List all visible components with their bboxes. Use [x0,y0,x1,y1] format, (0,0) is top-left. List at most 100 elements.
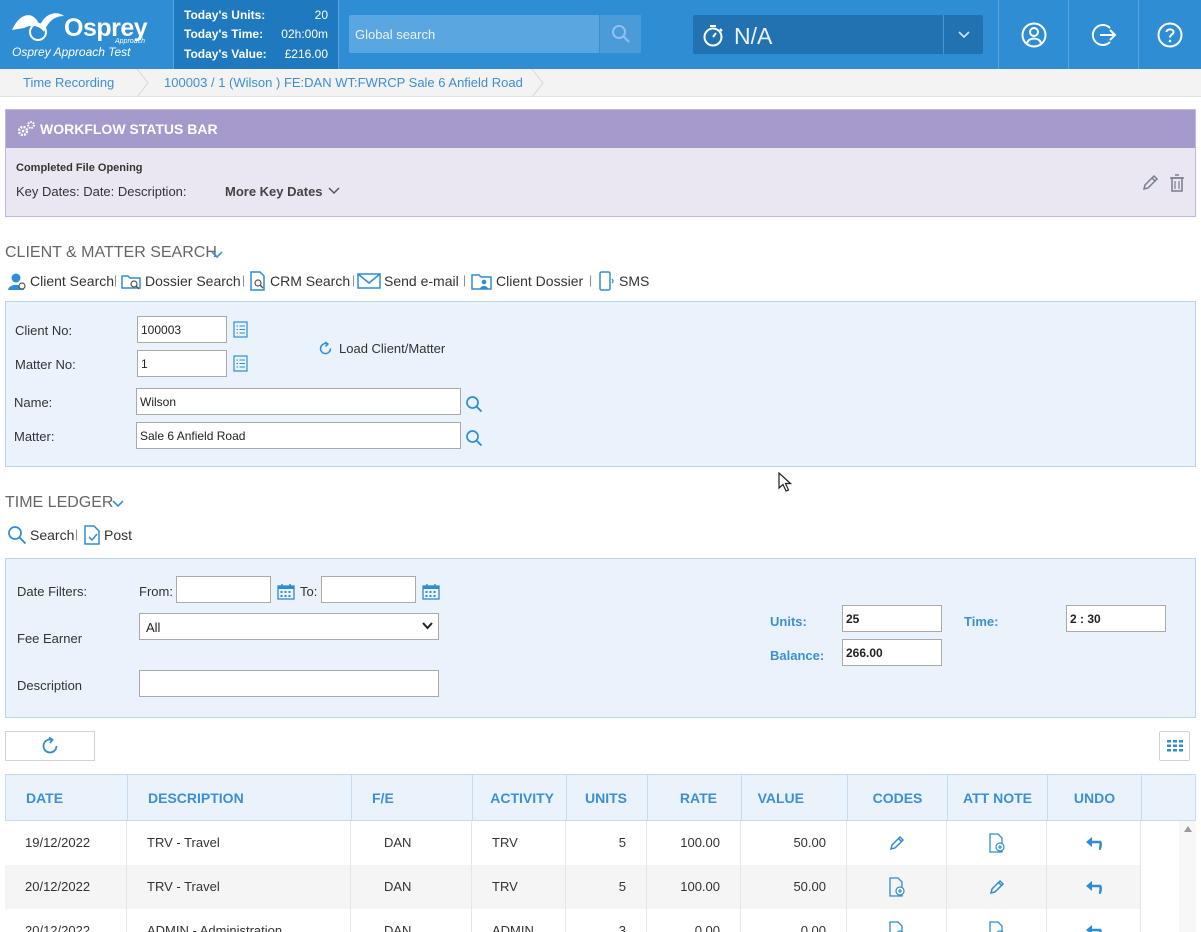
crm-search-button[interactable]: CRM Search [249,270,350,292]
time-ledger-title[interactable]: TIME LEDGER [5,494,113,512]
trash-icon[interactable] [1168,173,1186,193]
folder-search-icon [121,275,141,290]
note-add-icon [888,877,906,897]
undo-button[interactable] [1047,865,1141,909]
sms-button[interactable]: SMS [598,270,649,292]
undo-icon [1085,836,1102,850]
time-ledger-table: DATE DESCRIPTION F/E ACTIVITY UNITS RATE… [5,774,1196,932]
undo-button[interactable] [1047,909,1141,932]
column-att-note[interactable]: ATT NOTE [948,775,1048,821]
cell-rate: 100.00 [647,821,741,865]
table-scrollbar[interactable] [1179,821,1196,932]
fee-earner-select[interactable]: All [139,613,439,640]
chevron-down-icon[interactable] [112,500,124,508]
breadcrumb-separator-icon [136,69,149,97]
scroll-up-icon[interactable] [1184,826,1192,832]
refresh-icon [319,341,332,355]
matter-no-input[interactable] [137,350,227,377]
att-note-button[interactable] [947,821,1047,865]
logout-icon [1091,23,1116,46]
list-icon[interactable] [233,355,248,372]
from-label: From: [139,584,173,599]
column-undo[interactable]: UNDO [1048,775,1142,821]
codes-button[interactable] [847,865,947,909]
column-date[interactable]: DATE [6,775,128,821]
client-dossier-button[interactable]: Client Dossier [471,270,583,292]
matter-label: Matter: [14,429,55,444]
note-add-icon [988,921,1006,932]
load-client-matter-button[interactable]: Load Client/Matter [318,341,445,356]
undo-button[interactable] [1047,821,1141,865]
timer-widget[interactable]: N/A [693,15,983,54]
column-chooser-button[interactable] [1159,731,1190,761]
to-date-input[interactable] [321,576,416,603]
osprey-logo[interactable]: Osprey Approach Osprey Approach Test [8,8,168,64]
dossier-search-button[interactable]: Dossier Search [121,270,241,292]
global-search-button[interactable] [599,15,641,53]
environment-name: Osprey Approach Test [12,45,131,59]
breadcrumb-separator-icon [531,69,544,97]
cell-value: 0.00 [741,909,847,932]
search-icon [611,25,630,43]
breadcrumb: Time Recording 100003 / 1 (Wilson ) FE:D… [0,69,1201,97]
column-activity[interactable]: ACTIVITY [473,775,567,821]
user-icon [1021,22,1046,47]
calendar-icon[interactable] [422,583,440,600]
undo-icon [1085,924,1102,932]
table-row[interactable]: 20/12/2022 ADMIN - Administration DAN ADMIN… [5,909,1141,932]
att-note-button[interactable] [947,865,1047,909]
column-description[interactable]: DESCRIPTION [128,775,352,821]
column-codes[interactable]: CODES [848,775,948,821]
search-icon[interactable] [465,429,483,447]
stat-value: Today's Value: £216.00 [184,47,328,61]
send-email-button[interactable]: Send e-mail [357,270,459,292]
user-profile-button[interactable] [998,0,1068,69]
calendar-icon[interactable] [277,583,295,600]
column-fe[interactable]: F/E [352,775,473,821]
column-units[interactable]: UNITS [567,775,648,821]
chevron-down-icon[interactable] [328,187,340,195]
time-ledger-filters: Date Filters: From: To: Fee Earner All D… [5,558,1196,718]
pencil-icon [988,878,1006,896]
logout-button[interactable] [1068,0,1138,69]
from-date-input[interactable] [176,576,271,603]
column-value[interactable]: VALUE [742,775,848,821]
table-row[interactable]: 19/12/2022 TRV - Travel DAN TRV 5 100.00 50.00 [5,821,1141,865]
list-icon[interactable] [233,321,248,338]
help-button[interactable] [1138,0,1201,69]
columns-icon [1166,740,1183,752]
global-search-input[interactable] [349,15,599,53]
chevron-down-icon[interactable] [211,251,223,259]
post-button[interactable]: Post [83,524,132,546]
breadcrumb-time-recording[interactable]: Time Recording [23,75,114,90]
time-ledger-toolbar: Search | Post [5,524,205,546]
table-row[interactable]: 20/12/2022 TRV - Travel DAN TRV 5 100.00 50.00 [5,865,1141,909]
logo-approach: Approach [115,38,145,45]
client-no-input[interactable] [137,316,227,343]
search-icon[interactable] [465,395,483,413]
ledger-search-button[interactable]: Search [7,524,74,546]
refresh-table-button[interactable] [5,731,95,761]
codes-button[interactable] [847,821,947,865]
client-toolbar: Client Search | Dossier Search | CRM Sea… [5,270,665,292]
cell-units: 5 [566,865,647,909]
codes-button[interactable] [847,909,947,932]
cell-date: 19/12/2022 [5,821,127,865]
client-name-input[interactable] [136,388,461,415]
description-input[interactable] [139,670,439,697]
edit-icon[interactable] [1140,173,1160,193]
search-icon [8,526,27,545]
app-header: Osprey Approach Osprey Approach Test Tod… [0,0,1201,69]
client-search-button[interactable]: Client Search [7,270,114,292]
timer-dropdown-button[interactable] [943,15,983,54]
att-note-button[interactable] [947,909,1047,932]
workflow-title: WORKFLOW STATUS BAR [40,121,218,137]
breadcrumb-matter[interactable]: 100003 / 1 (Wilson ) FE:DAN WT:FWRCP Sal… [164,75,523,90]
matter-no-label: Matter No: [15,357,76,372]
client-matter-search-title[interactable]: CLIENT & MATTER SEARCH [5,244,217,262]
column-rate[interactable]: RATE [648,775,742,821]
more-key-dates-toggle[interactable]: More Key Dates [225,184,323,199]
timer-value: N/A [734,23,773,49]
matter-description-input[interactable] [136,422,461,449]
pencil-icon [888,834,906,852]
